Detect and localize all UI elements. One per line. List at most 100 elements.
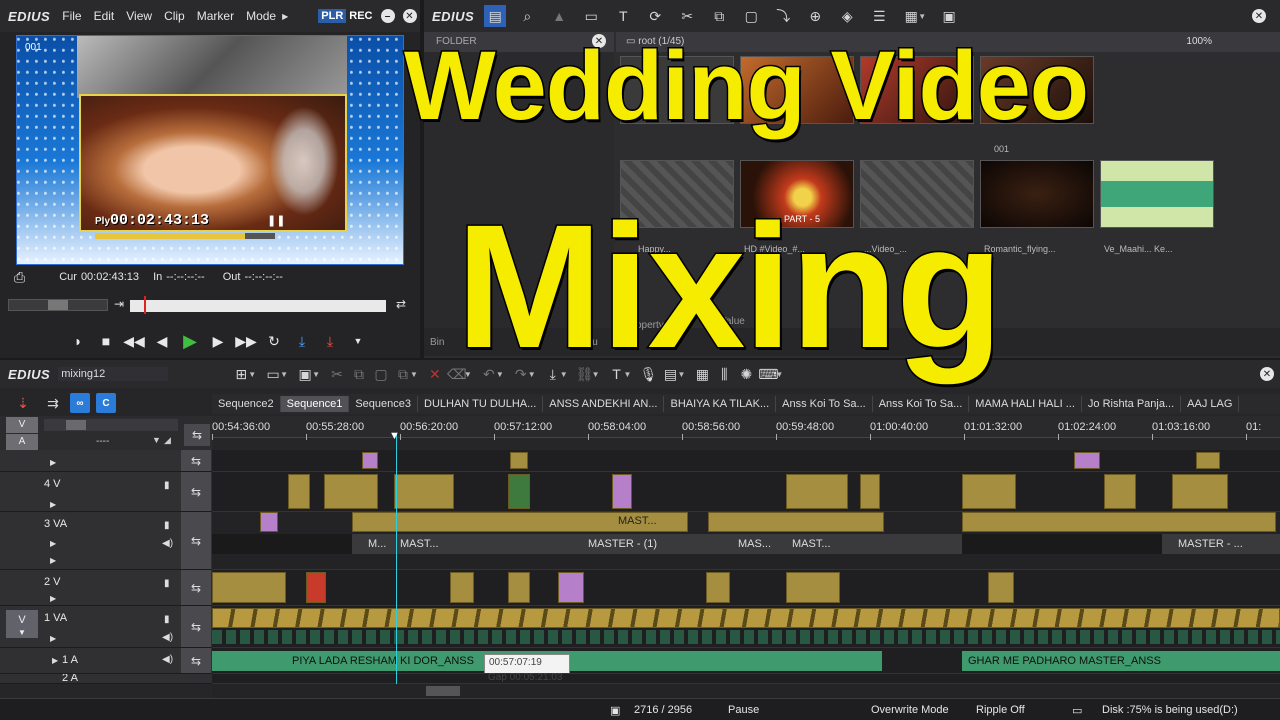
timeline-clip[interactable] [860, 474, 880, 509]
timeline-clip[interactable] [708, 512, 884, 532]
delete-icon[interactable]: ✕ [424, 363, 446, 385]
audio-thumbnail[interactable] [1100, 160, 1214, 228]
track-name[interactable]: 4 V [44, 478, 61, 490]
timeline-clip[interactable] [1196, 452, 1220, 469]
timeline-clip[interactable] [786, 474, 848, 509]
effect-icon[interactable]: ◈ [836, 5, 858, 27]
step-forward-icon[interactable]: ▶ [204, 333, 232, 350]
track-visibility-icon[interactable]: ▮ [164, 520, 170, 531]
up-folder-icon[interactable]: ▲ [548, 5, 570, 27]
timeline-clip[interactable] [988, 572, 1014, 603]
track-visibility-icon[interactable]: ▮ [164, 578, 170, 589]
sync-toggle-icon[interactable]: ⇆ [181, 450, 211, 471]
ripple-mode-icon[interactable]: ⇉ [42, 392, 64, 414]
channel-map-value[interactable]: ---- [96, 436, 109, 447]
sequence-tab[interactable]: MAMA HALI HALI ... [969, 396, 1082, 412]
insert-mode-icon[interactable]: ⇣ [12, 392, 34, 414]
paste-icon[interactable]: ▢ [370, 363, 392, 385]
edit-mode[interactable]: Overwrite Mode [871, 704, 949, 716]
folder-view-icon[interactable]: ▤ [484, 5, 507, 27]
track-name[interactable]: 3 VA [44, 518, 67, 530]
cut-icon[interactable]: ✂ [326, 363, 348, 385]
mark-icon[interactable]: ◗ [64, 333, 92, 349]
timeline-clip[interactable] [1172, 474, 1228, 509]
refresh-icon[interactable]: ⟳ [644, 5, 666, 27]
audio-channel-toggle[interactable]: A [6, 434, 38, 450]
add-to-timeline-icon[interactable]: ⤵ [772, 5, 794, 27]
ripple-mode[interactable]: Ripple Off [976, 704, 1025, 716]
sync-toggle-icon[interactable]: ⇆ [181, 648, 211, 673]
lane-2a[interactable] [212, 674, 1280, 684]
close-icon[interactable]: ✕ [402, 9, 417, 23]
snap-icon[interactable]: C [96, 393, 116, 413]
timeline-clip[interactable] [288, 474, 310, 509]
sequence-name[interactable]: mixing12 [58, 367, 169, 381]
timeline-clip[interactable] [962, 474, 1016, 509]
mark-in-icon[interactable]: ⇥ [114, 297, 124, 311]
out-timecode[interactable]: --:--:--:-- [244, 271, 282, 283]
timeline-clip[interactable] [1104, 474, 1136, 509]
briefcase-icon[interactable]: ▣ [938, 5, 960, 27]
timeline-clip[interactable] [306, 572, 326, 603]
speaker-icon[interactable]: ◀) [162, 654, 173, 665]
new-sequence-dropdown-icon[interactable]: ▼ [248, 370, 256, 379]
stop-icon[interactable]: ■ [92, 333, 120, 349]
speaker-icon[interactable]: ◀) [162, 632, 173, 643]
menu-view[interactable]: View [126, 9, 152, 23]
sync-toggle-icon[interactable]: ⇆ [184, 424, 210, 446]
zoom-level[interactable]: 100% [1186, 36, 1212, 47]
rec-toggle[interactable]: REC [349, 10, 372, 22]
sync-lock-icon[interactable]: ∞ [70, 393, 90, 413]
lane-1va[interactable] [212, 606, 1280, 648]
loop-play-icon[interactable]: ↻ [260, 333, 288, 350]
copy-icon[interactable]: ⧉ [348, 363, 370, 385]
search-icon[interactable]: ⌕ [516, 5, 538, 27]
title-icon[interactable]: T [612, 5, 634, 27]
timeline-clip[interactable] [212, 572, 286, 603]
channel-map-dropdown-icon[interactable]: ▼ [152, 435, 161, 445]
rewind-icon[interactable]: ◀◀ [120, 333, 148, 350]
track-name[interactable]: 2 A [62, 674, 78, 683]
expand-audio-icon[interactable]: ▶ [50, 556, 56, 565]
overwrite-icon[interactable]: ⤓ [316, 333, 344, 350]
timeline-clip[interactable] [510, 452, 528, 469]
timeline-clip[interactable] [324, 474, 378, 509]
loop-icon[interactable]: ⇄ [396, 297, 406, 311]
menu-more-arrow-icon[interactable]: ▶ [282, 12, 288, 21]
timeline-clip[interactable] [612, 474, 632, 509]
video-patch-tag[interactable]: V ▼ [6, 610, 38, 638]
lane-3va[interactable]: MAST... M... MAST... MASTER - (1) MAS...… [212, 512, 1280, 570]
timeline-clip[interactable] [260, 512, 278, 532]
sequence-tab[interactable]: Jo Rishta Panja... [1082, 396, 1182, 412]
channel-slider[interactable] [44, 419, 178, 431]
copy-icon[interactable]: ⧉ [708, 5, 730, 27]
timeline-clip[interactable] [508, 474, 530, 509]
channel-slider-handle[interactable] [66, 420, 86, 430]
sequence-tab[interactable]: Anss Koi To Sa... [873, 396, 970, 412]
timeline-clip[interactable] [962, 512, 1276, 532]
sync-toggle-icon[interactable]: ⇆ [181, 606, 211, 647]
expand-icon[interactable]: ▶ [50, 634, 56, 643]
track-name[interactable]: 2 V [44, 576, 61, 588]
tab-bin[interactable]: Bin [430, 337, 444, 348]
timeline-hscroll[interactable] [212, 684, 1280, 698]
save-dropdown-icon[interactable]: ▼ [312, 370, 320, 379]
close-icon[interactable]: ✕ [1260, 367, 1274, 381]
cut-icon[interactable]: ✂ [676, 5, 698, 27]
lane-top[interactable] [212, 450, 1280, 472]
sync-toggle-icon[interactable]: ⇆ [181, 512, 211, 569]
playhead-marker[interactable] [144, 296, 146, 314]
sequence-tab[interactable]: AAJ LAG [1181, 396, 1240, 412]
sequence-tab[interactable]: Sequence2 [212, 396, 281, 412]
playhead-marker-icon[interactable]: ▼ [389, 430, 400, 442]
in-timecode[interactable]: --:--:--:-- [166, 271, 204, 283]
timeline-clip[interactable] [362, 452, 378, 469]
play-icon[interactable]: ▶ [176, 331, 204, 352]
more-options-icon[interactable]: ▼ [344, 336, 372, 346]
sync-toggle-icon[interactable]: ⇆ [181, 472, 211, 511]
insert-icon[interactable]: ⤓ [288, 333, 316, 350]
track-visibility-icon[interactable]: ▮ [164, 480, 170, 491]
expand-icon[interactable]: ▶ [50, 500, 56, 509]
sync-toggle-icon[interactable]: ⇆ [181, 570, 211, 605]
sequence-tab[interactable]: Anss Koi To Sa... [776, 396, 873, 412]
